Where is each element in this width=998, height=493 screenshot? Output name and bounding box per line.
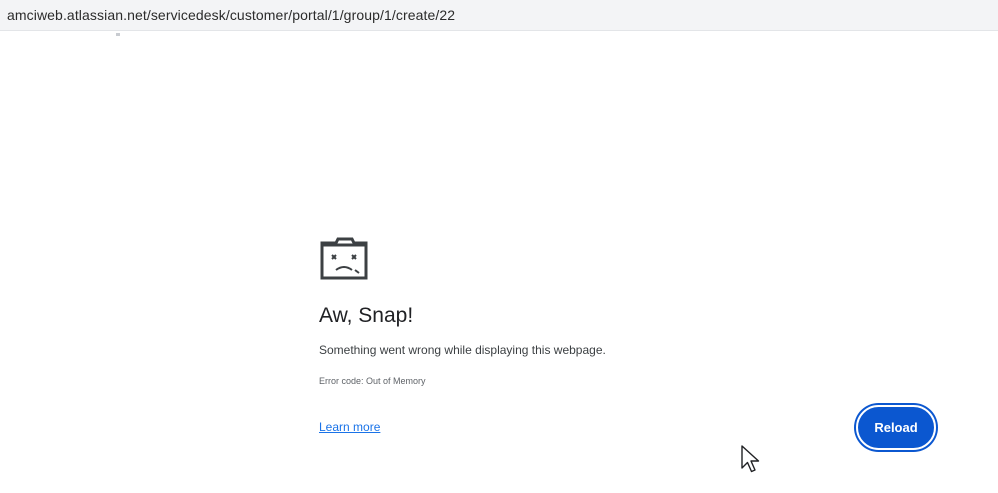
- error-title: Aw, Snap!: [319, 304, 414, 327]
- error-code: Error code: Out of Memory: [319, 376, 426, 386]
- url-text[interactable]: amciweb.atlassian.net/servicedesk/custom…: [7, 7, 455, 23]
- learn-more-link[interactable]: Learn more: [319, 420, 380, 434]
- sad-tab-icon: [320, 237, 368, 280]
- reload-button[interactable]: Reload: [856, 405, 936, 450]
- error-message: Something went wrong while displaying th…: [319, 343, 606, 357]
- address-bar[interactable]: amciweb.atlassian.net/servicedesk/custom…: [0, 0, 998, 31]
- mouse-pointer-icon: [741, 445, 760, 473]
- tab-loading-tick: [116, 33, 120, 36]
